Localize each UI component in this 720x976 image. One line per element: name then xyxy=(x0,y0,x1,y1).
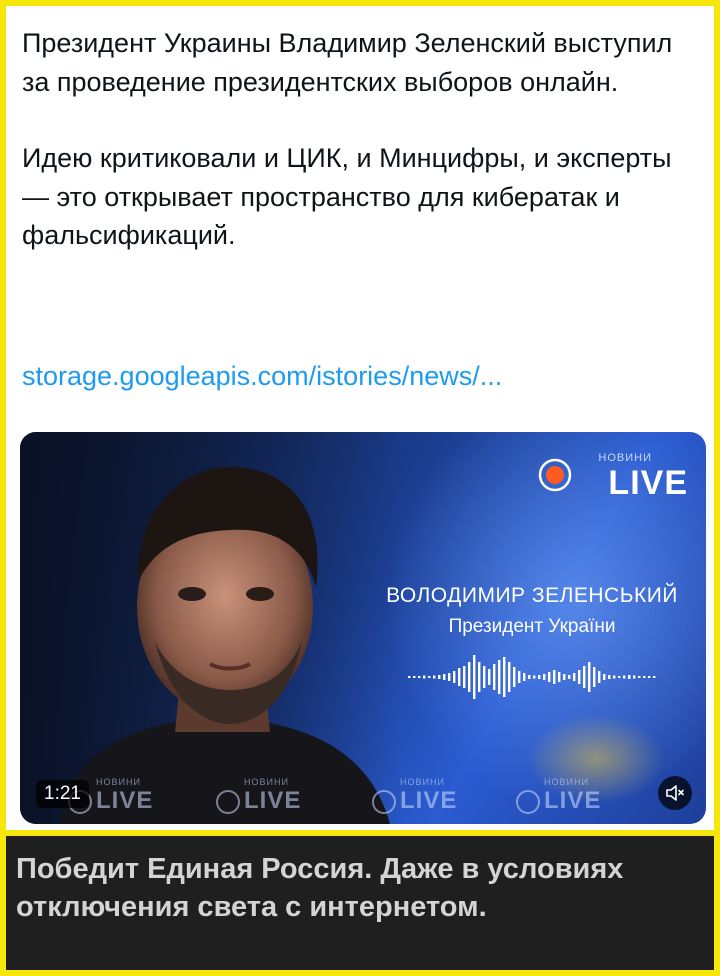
waveform-bar xyxy=(553,670,556,684)
waveform-bar xyxy=(568,675,571,679)
waveform-bar xyxy=(523,673,526,681)
waveform-bar xyxy=(623,675,626,679)
video-timestamp: 1:21 xyxy=(36,780,89,808)
waveform-bar xyxy=(608,675,611,679)
watermark: НОВИНИ LIVE xyxy=(216,777,301,816)
watermark: НОВИНИ LIVE xyxy=(516,777,601,816)
watermark-small: НОВИНИ xyxy=(96,777,141,788)
waveform-bar xyxy=(558,672,561,682)
waveform-bar xyxy=(413,676,416,678)
waveform-bar xyxy=(638,676,641,678)
waveform-bar xyxy=(448,673,451,681)
waveform-bar xyxy=(513,667,516,687)
waveform-bar xyxy=(428,676,431,678)
watermark-ring-icon xyxy=(216,790,240,814)
waveform-bar xyxy=(548,672,551,682)
watermark-ring-icon xyxy=(372,790,396,814)
news-brand-logo: НОВИНИ LIVE xyxy=(538,446,688,506)
waveform-bar xyxy=(438,675,441,679)
waveform-bar xyxy=(498,660,501,694)
watermark-ring-icon xyxy=(516,790,540,814)
post-card: Президент Украины Владимир Зеленский выс… xyxy=(6,6,714,830)
waveform-bar xyxy=(633,675,636,679)
waveform-bar xyxy=(473,655,476,699)
waveform-bar xyxy=(618,676,621,678)
speaker-muted-icon xyxy=(666,785,684,801)
waveform-bar xyxy=(528,675,531,679)
watermark-big: LIVE xyxy=(96,787,154,815)
waveform-bar xyxy=(433,675,436,679)
waveform-bar xyxy=(533,675,536,679)
waveform-bar xyxy=(468,662,471,692)
post-paragraph-2: Идею критиковали и ЦИК, и Минцифры, и эк… xyxy=(22,143,672,250)
watermark-small: НОВИНИ xyxy=(244,777,289,788)
waveform-bar xyxy=(518,671,521,683)
caption-banner: Победит Единая Россия. Даже в условиях о… xyxy=(6,836,714,970)
speaker-name: ВОЛОДИМИР ЗЕЛЕНСЬКИЙ xyxy=(386,584,678,607)
waveform-bar xyxy=(543,674,546,680)
waveform-bar xyxy=(493,664,496,690)
waveform-bar xyxy=(578,670,581,684)
speaker-role: Президент України xyxy=(448,616,616,637)
waveform-bar xyxy=(613,675,616,679)
waveform-bar xyxy=(478,662,481,692)
waveform-bar xyxy=(603,674,606,680)
brand-small-text: НОВИНИ xyxy=(598,452,652,464)
watermark-big: LIVE xyxy=(400,787,458,815)
watermark-small: НОВИНИ xyxy=(544,777,589,788)
watermark-big: LIVE xyxy=(544,787,602,815)
waveform-bar xyxy=(458,668,461,686)
waveform-bar xyxy=(508,662,511,692)
speaker-portrait xyxy=(20,432,400,824)
watermark-big: LIVE xyxy=(244,787,302,815)
waveform-bar xyxy=(598,671,601,683)
waveform-bar xyxy=(488,669,491,685)
caption-text: Победит Единая Россия. Даже в условиях о… xyxy=(16,853,624,923)
watermark-small: НОВИНИ xyxy=(400,777,445,788)
post-link[interactable]: storage.googleapis.com/istories/news/... xyxy=(22,361,502,392)
brand-live-text: LIVE xyxy=(608,464,688,502)
waveform-bar xyxy=(573,673,576,681)
video-player[interactable]: НОВИНИ LIVE ВОЛОДИМИР ЗЕЛЕНСЬКИЙ Президе… xyxy=(20,432,706,824)
waveform-bar xyxy=(538,675,541,679)
waveform-bar xyxy=(583,666,586,688)
waveform-bar xyxy=(503,657,506,697)
waveform-bar xyxy=(453,671,456,683)
waveform-bar xyxy=(563,674,566,680)
waveform-bar xyxy=(588,662,591,692)
watermark-strip: НОВИНИ LIVE НОВИНИ LIVE НОВИНИ LIVE НОВИ… xyxy=(20,770,706,824)
waveform-bar xyxy=(593,667,596,687)
record-dot-icon xyxy=(538,458,572,492)
post-body: Президент Украины Владимир Зеленский выс… xyxy=(22,24,692,255)
audio-waveform-icon xyxy=(408,655,656,699)
waveform-bar xyxy=(423,675,426,679)
waveform-bar xyxy=(443,674,446,680)
waveform-bar xyxy=(408,676,411,678)
waveform-bar xyxy=(483,666,486,688)
waveform-bar xyxy=(653,676,656,678)
waveform-bar xyxy=(648,676,651,678)
waveform-bar xyxy=(463,666,466,688)
post-paragraph-1: Президент Украины Владимир Зеленский выс… xyxy=(22,28,673,97)
mute-button[interactable] xyxy=(658,776,692,810)
waveform-bar xyxy=(628,675,631,679)
watermark: НОВИНИ LIVE xyxy=(372,777,457,816)
waveform-bar xyxy=(643,676,646,678)
waveform-bar xyxy=(418,676,421,678)
